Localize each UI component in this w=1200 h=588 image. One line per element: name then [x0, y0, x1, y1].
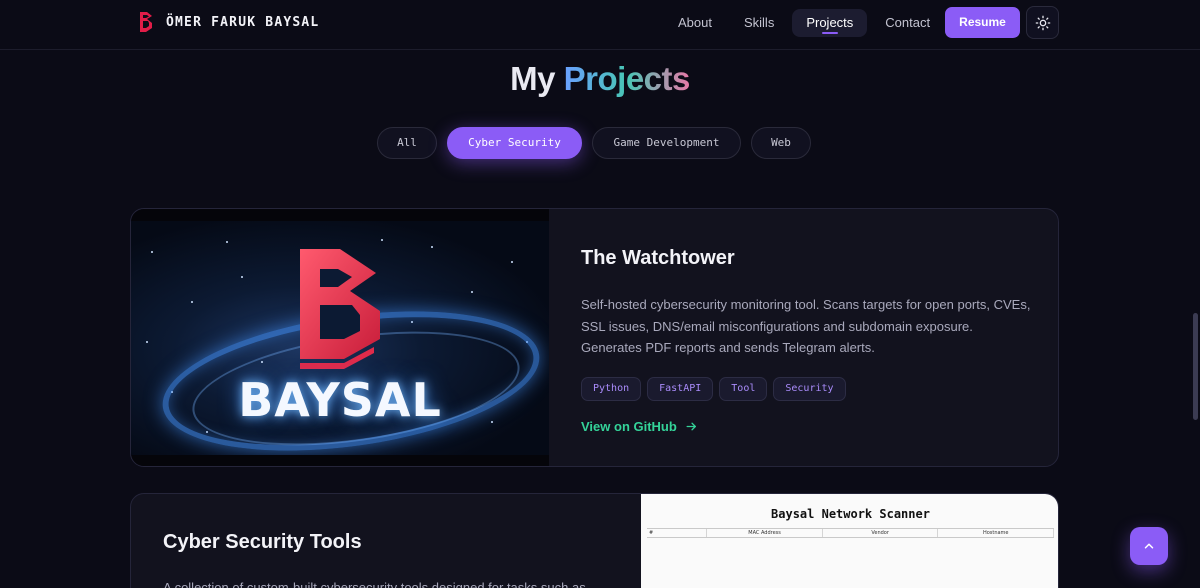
tag-tool: Tool: [719, 376, 768, 401]
page-title: My Projects: [0, 60, 1200, 98]
navbar: ÖMER FARUK BAYSAL About Skills Projects …: [0, 0, 1200, 50]
project-card: Cyber Security Tools A collection of cus…: [130, 493, 1059, 588]
project-filters: All Cyber Security Game Development Web: [0, 127, 1200, 159]
project-card: BAYSAL The Watchtower Self-hosted cybers…: [130, 208, 1059, 467]
chevron-up-icon: [1144, 543, 1154, 549]
scanner-table-header: # MAC Address Vendor Hostname: [647, 528, 1055, 538]
tag-python: Python: [581, 376, 642, 401]
nav-link-skills[interactable]: Skills: [730, 9, 788, 37]
project-description: A collection of custom-built cybersecuri…: [163, 580, 586, 588]
project-tags: Python FastAPI Tool Security: [581, 376, 1031, 401]
scanner-window-title: Baysal Network Scanner: [771, 507, 930, 521]
page-title-part2: Projects: [563, 60, 691, 97]
nav-links: About Skills Projects Contact: [664, 9, 948, 37]
nav-link-about[interactable]: About: [664, 9, 726, 37]
github-link-label: View on GitHub: [581, 418, 677, 434]
scroll-to-top-button[interactable]: [1130, 527, 1168, 565]
image-brand-text: BAYSAL: [238, 373, 442, 427]
github-link[interactable]: View on GitHub: [581, 419, 1031, 434]
filter-web[interactable]: Web: [751, 127, 811, 159]
column-header: Vendor: [823, 529, 939, 537]
project-title: Cyber Security Tools: [163, 531, 362, 553]
brand[interactable]: ÖMER FARUK BAYSAL: [138, 10, 319, 34]
tag-fastapi: FastAPI: [647, 376, 714, 401]
scrollbar-thumb[interactable]: [1193, 313, 1198, 420]
space-background: BAYSAL: [131, 221, 549, 455]
baysal-logo-icon: [140, 12, 152, 32]
project-image[interactable]: BAYSAL: [131, 209, 549, 466]
arrow-right-icon: [686, 422, 696, 430]
column-header: MAC Address: [707, 529, 823, 537]
filter-game-development[interactable]: Game Development: [592, 127, 741, 159]
project-description: Self-hosted cybersecurity monitoring too…: [581, 297, 1031, 355]
filter-all[interactable]: All: [377, 127, 437, 159]
theme-toggle-button[interactable]: [1026, 6, 1059, 39]
sun-icon: [1035, 15, 1050, 30]
column-header: Hostname: [938, 529, 1055, 537]
nav-link-projects[interactable]: Projects: [792, 9, 868, 37]
brand-name: ÖMER FARUK BAYSAL: [166, 14, 320, 30]
project-image[interactable]: Baysal Network Scanner # MAC Address Ven…: [641, 494, 1058, 588]
baysal-logo-icon: [300, 249, 380, 369]
tag-security: Security: [773, 376, 846, 401]
filter-cyber-security[interactable]: Cyber Security: [447, 127, 582, 159]
resume-button[interactable]: Resume: [945, 7, 1020, 38]
nav-link-contact[interactable]: Contact: [871, 9, 944, 37]
project-details: The Watchtower Self-hosted cybersecurity…: [581, 247, 1031, 434]
column-header: #: [647, 529, 708, 537]
project-details: Cyber Security Tools A collection of cus…: [163, 531, 613, 588]
page-title-part1: My: [510, 60, 555, 97]
project-title: The Watchtower: [581, 247, 735, 269]
